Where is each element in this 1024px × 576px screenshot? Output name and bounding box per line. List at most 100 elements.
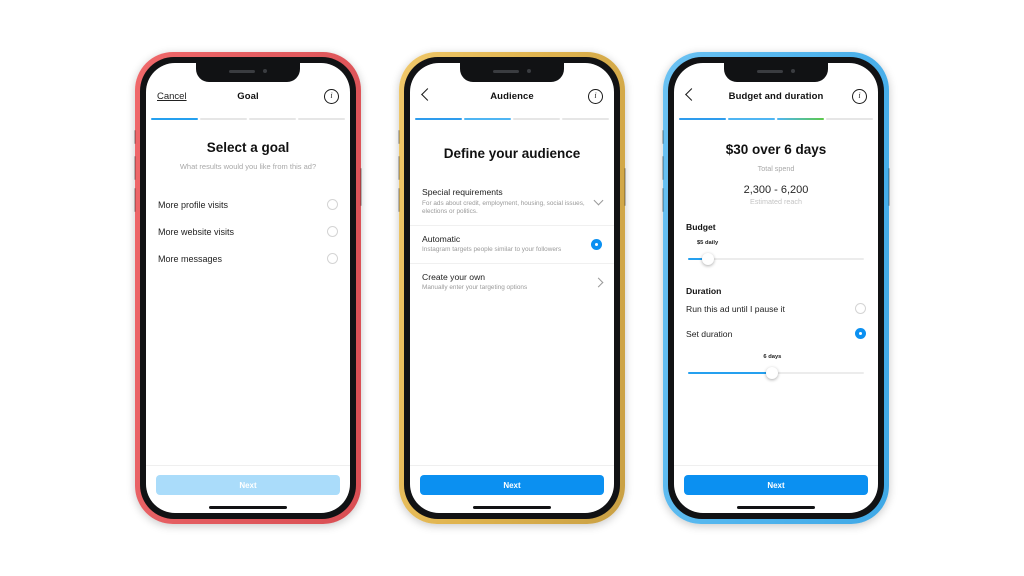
audience-row-automatic[interactable]: Automatic Instagram targets people simil…: [410, 224, 614, 263]
progress-segment: [298, 118, 345, 120]
phone-device-goal: Cancel Goal i Select a goal What results…: [134, 52, 362, 524]
phone-mute-switch: [398, 130, 400, 144]
chevron-down-icon[interactable]: [593, 195, 604, 206]
progress-segment: [249, 118, 296, 120]
duration-slider[interactable]: 6 days: [686, 354, 866, 384]
goal-option-label: More website visits: [158, 226, 235, 237]
earpiece-speaker-icon: [229, 69, 255, 73]
screen-content-budget: $30 over 6 days Total spend 2,300 - 6,20…: [674, 142, 878, 384]
audience-row-text: Create your own Manually enter your targ…: [422, 272, 595, 293]
footer-audience: Next: [410, 465, 614, 495]
duration-section-label: Duration: [686, 286, 722, 296]
phone-screen-audience: Audience i Define your audience Special …: [410, 63, 614, 513]
info-icon[interactable]: i: [324, 88, 339, 104]
goal-options-list: More profile visits More website visits …: [158, 191, 338, 272]
duration-slider-fill: [688, 372, 773, 374]
phone-volume-up-button: [134, 156, 136, 180]
radio-button[interactable]: [855, 303, 866, 314]
phone-volume-up-button: [398, 156, 400, 180]
back-chevron-icon[interactable]: [421, 88, 434, 101]
goal-option-row[interactable]: More website visits: [158, 218, 338, 245]
progress-segment: [200, 118, 247, 120]
progress-segment: [826, 118, 873, 120]
duration-option-label: Run this ad until I pause it: [686, 303, 785, 314]
estimated-reach-caption: Estimated reach: [750, 197, 802, 206]
screen-content-audience: Define your audience Special requirement…: [410, 146, 614, 301]
audience-row-create-your-own[interactable]: Create your own Manually enter your targ…: [410, 262, 614, 301]
phone-screen-budget: Budget and duration i $30 over 6 days To…: [674, 63, 878, 513]
phone-notch: [724, 63, 828, 82]
phone-bezel: Cancel Goal i Select a goal What results…: [140, 57, 356, 519]
budget-slider-track[interactable]: [688, 258, 864, 260]
total-spend-caption: Total spend: [757, 164, 795, 173]
info-icon[interactable]: i: [852, 88, 867, 104]
home-indicator: [473, 506, 551, 509]
phone-mockup-stage: Cancel Goal i Select a goal What results…: [0, 0, 1024, 576]
duration-option-run-until-pause[interactable]: Run this ad until I pause it: [686, 296, 866, 321]
radio-button[interactable]: [327, 199, 338, 210]
progress-segment: [562, 118, 609, 120]
audience-row-text: Automatic Instagram targets people simil…: [422, 234, 591, 255]
next-button[interactable]: Next: [420, 475, 604, 495]
audience-row-title: Automatic: [422, 233, 461, 244]
progress-segment: [513, 118, 560, 120]
audience-options-list: Special requirements For ads about credi…: [410, 179, 614, 301]
phone-bezel: Budget and duration i $30 over 6 days To…: [668, 57, 884, 519]
navbar-right-slot: i: [297, 88, 339, 104]
next-button[interactable]: Next: [684, 475, 868, 495]
back-chevron-icon[interactable]: [685, 88, 698, 101]
goal-option-row[interactable]: More messages: [158, 245, 338, 272]
radio-button-selected[interactable]: [855, 328, 866, 339]
phone-volume-up-button: [662, 156, 664, 180]
radio-button-selected[interactable]: [591, 238, 602, 250]
page-title: Budget and duration: [728, 90, 824, 102]
audience-row-title: Special requirements: [422, 187, 503, 197]
audience-row-subtitle: Instagram targets people similar to your…: [422, 246, 562, 254]
budget-section-label: Budget: [686, 222, 716, 232]
phone-power-button: [888, 168, 890, 206]
goal-option-label: More profile visits: [158, 199, 229, 210]
screen-content-goal: Select a goal What results would you lik…: [146, 140, 350, 272]
audience-row-text: Special requirements For ads about credi…: [422, 187, 595, 217]
progress-segment: [679, 118, 726, 120]
phone-volume-down-button: [398, 188, 400, 212]
duration-option-set-duration[interactable]: Set duration: [686, 321, 866, 346]
progress-segment: [151, 118, 198, 120]
front-camera-icon: [263, 69, 267, 73]
radio-button[interactable]: [327, 253, 338, 264]
cancel-button[interactable]: Cancel: [157, 91, 187, 102]
audience-row-subtitle: Manually enter your targeting options: [422, 284, 528, 292]
navbar-left-slot: [421, 88, 463, 102]
front-camera-icon: [527, 69, 531, 73]
radio-button[interactable]: [327, 226, 338, 237]
navbar-right-slot: i: [825, 88, 867, 104]
next-button[interactable]: Next: [156, 475, 340, 495]
phone-screen-goal: Cancel Goal i Select a goal What results…: [146, 63, 350, 513]
duration-slider-thumb[interactable]: [766, 367, 779, 379]
phone-volume-down-button: [134, 188, 136, 212]
goal-option-row[interactable]: More profile visits: [158, 191, 338, 218]
total-spend-amount: $30 over 6 days: [725, 142, 827, 157]
audience-row-special-requirements[interactable]: Special requirements For ads about credi…: [410, 179, 614, 225]
chevron-right-icon[interactable]: [593, 277, 604, 288]
progress-segment: [728, 118, 775, 120]
audience-row-title: Create your own: [422, 271, 486, 282]
footer-goal: Next: [146, 465, 350, 495]
progress-steps-budget: [674, 113, 878, 120]
phone-mute-switch: [134, 130, 136, 144]
budget-slider-value-label: $5 daily: [696, 240, 719, 246]
estimated-reach-value: 2,300 - 6,200: [743, 184, 809, 196]
phone-device-budget: Budget and duration i $30 over 6 days To…: [662, 52, 890, 524]
screen-heading: Select a goal: [206, 140, 290, 155]
phone-power-button: [624, 168, 626, 206]
goal-option-label: More messages: [158, 253, 223, 264]
navbar-right-slot: i: [561, 88, 603, 104]
phone-mute-switch: [662, 130, 664, 144]
budget-slider[interactable]: $5 daily: [686, 240, 866, 270]
progress-steps-goal: [146, 113, 350, 120]
page-title: Goal: [237, 90, 259, 102]
budget-slider-thumb[interactable]: [701, 253, 714, 265]
progress-segment: [415, 118, 462, 120]
info-icon[interactable]: i: [588, 88, 603, 104]
earpiece-speaker-icon: [757, 69, 783, 73]
